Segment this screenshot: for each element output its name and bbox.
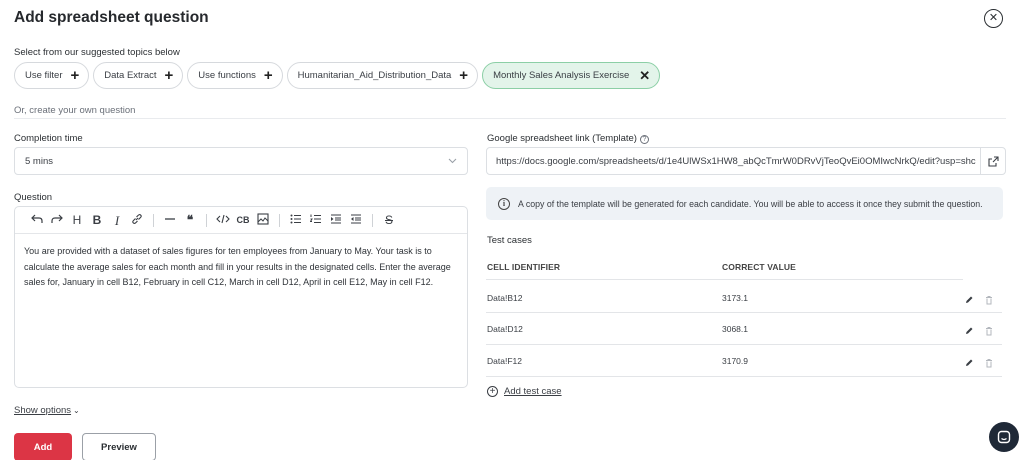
topic-chip-data-extract[interactable]: Data Extract + xyxy=(93,62,184,89)
chevron-down-icon xyxy=(448,156,457,166)
toolbar-divider xyxy=(279,213,280,227)
delete-icon[interactable] xyxy=(984,355,994,368)
outdent-icon[interactable] xyxy=(346,214,366,226)
template-info-text: A copy of the template will be generated… xyxy=(518,198,983,209)
template-link-label: Google spreadsheet link (Template) xyxy=(487,133,637,144)
correct-value: 3068.1 xyxy=(722,324,748,334)
horizontal-rule-icon[interactable] xyxy=(160,214,180,226)
row-divider xyxy=(486,344,1002,345)
add-test-case-label: Add test case xyxy=(504,386,562,397)
plus-icon: + xyxy=(70,67,80,84)
add-test-case-link[interactable]: + Add test case xyxy=(487,386,562,397)
indent-icon[interactable] xyxy=(326,214,346,226)
external-link-icon[interactable] xyxy=(980,147,1006,175)
topic-chip-label: Monthly Sales Analysis Exercise xyxy=(493,70,630,81)
toolbar-divider xyxy=(206,213,207,227)
add-button[interactable]: Add xyxy=(14,433,72,460)
row-divider xyxy=(486,312,1002,313)
topic-chip-use-functions[interactable]: Use functions + xyxy=(187,62,283,89)
dialog-title: Add spreadsheet question xyxy=(14,9,209,26)
bold-icon[interactable]: B xyxy=(87,214,107,226)
or-create-label: Or, create your own question xyxy=(14,105,136,116)
question-label: Question xyxy=(14,192,53,203)
template-link-group: https://docs.google.com/spreadsheets/d/1… xyxy=(486,147,1006,175)
toolbar-divider xyxy=(372,213,373,227)
edit-icon[interactable] xyxy=(964,355,974,366)
show-options-link[interactable]: Show options ⌄ xyxy=(14,405,80,416)
topic-chip-label: Use filter xyxy=(25,70,63,81)
topics-label: Select from our suggested topics below xyxy=(14,47,180,58)
remove-icon[interactable]: ✕ xyxy=(639,69,650,82)
completion-time-label: Completion time xyxy=(14,133,83,144)
italic-icon[interactable]: I xyxy=(107,214,127,227)
topic-chip-label: Use functions xyxy=(198,70,256,81)
column-header-cell-identifier: CELL IDENTIFIER xyxy=(487,262,561,272)
completion-time-value: 5 mins xyxy=(25,155,53,167)
cell-identifier: Data!D12 xyxy=(487,324,523,334)
edit-icon[interactable] xyxy=(964,323,974,334)
template-link-label-row: Google spreadsheet link (Template)? xyxy=(487,133,649,144)
delete-icon[interactable] xyxy=(984,292,994,305)
plus-icon: + xyxy=(263,67,273,84)
cell-identifier: Data!F12 xyxy=(487,356,522,366)
topic-chip-humanitarian-aid[interactable]: Humanitarian_Aid_Distribution_Data + xyxy=(286,62,479,89)
topic-chips: Use filter + Data Extract + Use function… xyxy=(14,62,661,89)
toolbar-divider xyxy=(153,213,154,227)
completion-time-select[interactable]: 5 mins xyxy=(14,147,468,175)
info-icon: i xyxy=(498,197,510,210)
strikethrough-icon[interactable]: S xyxy=(379,214,399,226)
undo-icon[interactable] xyxy=(27,214,47,226)
link-icon[interactable] xyxy=(127,213,147,227)
preview-button[interactable]: Preview xyxy=(82,433,156,460)
template-info-box: i A copy of the template will be generat… xyxy=(486,187,1003,220)
close-icon[interactable]: ✕ xyxy=(984,9,1003,28)
plus-circle-icon: + xyxy=(487,386,498,397)
quote-icon[interactable]: ❝ xyxy=(180,214,200,226)
help-icon[interactable]: ? xyxy=(639,135,649,144)
ordered-list-icon[interactable] xyxy=(306,214,326,226)
editor-toolbar: H B I ❝ CB S xyxy=(15,207,467,234)
cell-identifier: Data!B12 xyxy=(487,293,523,303)
table-header-divider xyxy=(486,279,963,280)
topic-chip-label: Humanitarian_Aid_Distribution_Data xyxy=(297,70,452,81)
correct-value: 3170.9 xyxy=(722,356,748,366)
row-divider xyxy=(486,376,1002,377)
show-options-label: Show options xyxy=(14,405,72,416)
bullet-list-icon[interactable] xyxy=(286,214,306,226)
chat-support-icon[interactable] xyxy=(989,422,1019,452)
edit-icon[interactable] xyxy=(964,292,974,303)
delete-icon[interactable] xyxy=(984,323,994,336)
code-icon[interactable] xyxy=(213,214,233,226)
correct-value: 3173.1 xyxy=(722,293,748,303)
test-cases-title: Test cases xyxy=(487,235,532,246)
image-icon[interactable] xyxy=(253,213,273,227)
plus-icon: + xyxy=(459,67,469,84)
question-editor[interactable]: H B I ❝ CB S You are provided with a dat… xyxy=(14,206,468,388)
topic-chip-use-filter[interactable]: Use filter + xyxy=(14,62,90,89)
template-link-input[interactable]: https://docs.google.com/spreadsheets/d/1… xyxy=(486,147,981,175)
plus-icon: + xyxy=(164,67,174,84)
question-text[interactable]: You are provided with a dataset of sales… xyxy=(15,234,467,301)
column-header-correct-value: CORRECT VALUE xyxy=(722,262,796,272)
code-block-icon[interactable]: CB xyxy=(233,215,253,225)
heading-icon[interactable]: H xyxy=(67,214,87,226)
chevron-down-icon: ⌄ xyxy=(73,406,80,415)
redo-icon[interactable] xyxy=(47,214,67,226)
divider xyxy=(14,118,1006,119)
topic-chip-label: Data Extract xyxy=(104,70,157,81)
topic-chip-monthly-sales[interactable]: Monthly Sales Analysis Exercise ✕ xyxy=(482,62,661,89)
